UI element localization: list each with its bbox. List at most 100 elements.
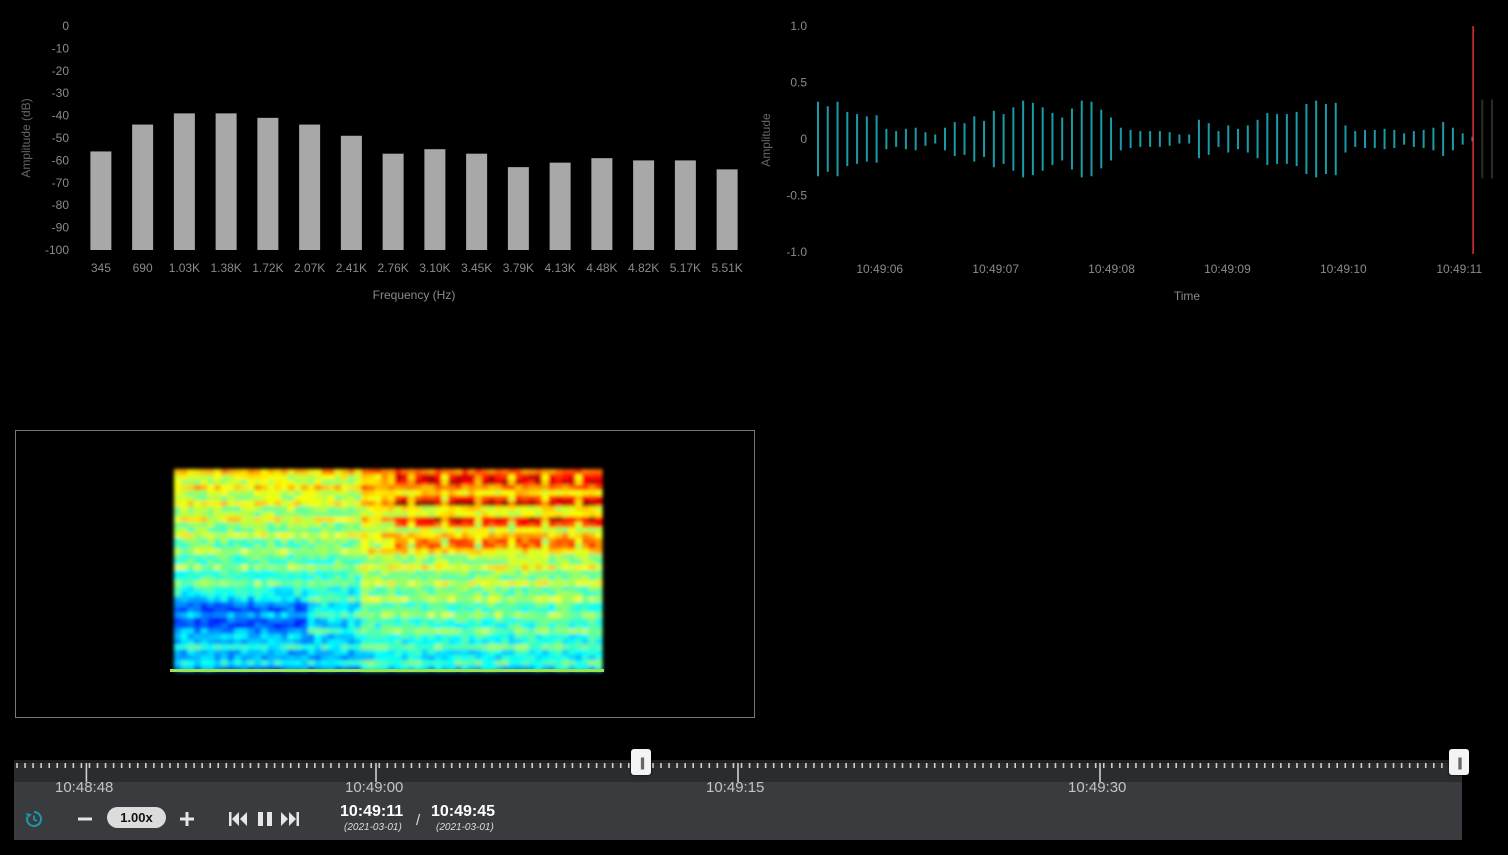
spectrogram-cell bbox=[314, 591, 322, 598]
spectrogram-cell bbox=[561, 628, 570, 635]
spectrogram-cell bbox=[367, 500, 376, 507]
spectrogram-cell bbox=[354, 490, 362, 497]
spectrogram-cell bbox=[307, 570, 316, 576]
spectrogram-cell bbox=[394, 490, 402, 497]
spectrogram-cell bbox=[488, 655, 496, 661]
spectrogram-cell bbox=[354, 585, 362, 592]
skip-back-button[interactable] bbox=[228, 809, 248, 829]
spectrogram-cell bbox=[461, 484, 469, 491]
spectrogram-cell bbox=[274, 495, 282, 502]
spectrogram-cell bbox=[434, 580, 443, 587]
spectrogram-cell bbox=[481, 479, 489, 486]
spectrogram-cell bbox=[515, 649, 523, 656]
spectrogram-cell bbox=[260, 591, 269, 598]
spectrogram-cell bbox=[287, 511, 295, 518]
spectrogram-cell bbox=[541, 612, 550, 619]
spectrogram-cell bbox=[555, 516, 563, 523]
spectrogram-cell bbox=[468, 484, 476, 491]
spectrogram-cell bbox=[240, 516, 249, 523]
spectrogram-cell bbox=[200, 633, 209, 640]
spectrogram-cell bbox=[474, 617, 483, 624]
spectrogram-cell bbox=[307, 522, 316, 529]
spectrogram-cell bbox=[254, 484, 262, 491]
spectrogram-cell bbox=[254, 660, 262, 667]
spectrogram-cell bbox=[381, 591, 389, 598]
spectrogram-cell bbox=[575, 575, 583, 582]
spectrogram-cell bbox=[414, 538, 423, 545]
spectrogram-cell bbox=[461, 543, 469, 550]
spectrogram-cell bbox=[347, 623, 356, 630]
spectrogram-cell bbox=[408, 570, 416, 576]
spectrogram-cell bbox=[194, 516, 202, 523]
spectrogram-cell bbox=[548, 644, 556, 651]
selection-start-handle[interactable]: || bbox=[631, 749, 652, 775]
spectrogram-cell bbox=[461, 628, 469, 635]
spectrogram-cell bbox=[307, 564, 316, 571]
spectrogram-cell bbox=[321, 511, 329, 518]
skip-forward-button[interactable] bbox=[280, 809, 300, 829]
spectrogram-cell bbox=[354, 484, 362, 491]
spectrogram-cell bbox=[535, 570, 543, 576]
spectrogram-cell bbox=[441, 532, 449, 539]
spectrogram-cell bbox=[448, 649, 456, 656]
spectrogram-cell bbox=[561, 623, 570, 630]
spectrogram-cell bbox=[575, 527, 583, 534]
spectrogram-cell bbox=[441, 543, 449, 550]
spectrogram-cell bbox=[401, 660, 409, 667]
spectrogram-cell bbox=[428, 469, 436, 475]
spectrogram-cell bbox=[180, 591, 188, 598]
reset-icon[interactable] bbox=[23, 808, 45, 830]
spectrogram-cell bbox=[535, 575, 543, 582]
spectrogram-cell bbox=[327, 500, 336, 507]
spectrogram-cell bbox=[528, 623, 536, 630]
spectrogram-cell bbox=[434, 649, 443, 656]
x-tick-label: 345 bbox=[91, 261, 111, 275]
zoom-in-button[interactable] bbox=[178, 810, 196, 828]
spectrogram-cell bbox=[260, 548, 269, 555]
spectrogram-cell bbox=[488, 474, 496, 481]
spectrogram-cell bbox=[428, 543, 436, 550]
spectrogram-cell bbox=[334, 506, 342, 513]
spectrogram-cell bbox=[401, 511, 409, 518]
spectrogram-cell bbox=[240, 639, 249, 646]
spectrogram-cell bbox=[194, 559, 202, 566]
spectrogram-cell bbox=[421, 495, 429, 502]
spectrogram-cell bbox=[388, 612, 396, 619]
spectrogram-cell bbox=[354, 522, 362, 529]
spectrogram-cell bbox=[234, 543, 242, 550]
spectrogram-cell bbox=[321, 591, 329, 598]
spectrogram-cell bbox=[287, 516, 295, 523]
selection-end-handle[interactable]: || bbox=[1449, 749, 1469, 775]
spectrogram-cell bbox=[488, 644, 496, 651]
spectrogram-cell bbox=[227, 612, 235, 619]
spectrogram-cell bbox=[454, 516, 463, 523]
spectrogram-cell bbox=[341, 484, 349, 491]
spectrogram-cell bbox=[481, 538, 489, 545]
zoom-out-button[interactable] bbox=[76, 810, 94, 828]
spectrogram-cell bbox=[441, 596, 449, 603]
pause-button[interactable] bbox=[255, 809, 275, 829]
spectrogram-cell bbox=[281, 511, 289, 518]
spectrogram-cell bbox=[220, 469, 229, 475]
spectrogram-cell bbox=[207, 585, 215, 592]
spectrogram-cell bbox=[441, 495, 449, 502]
spectrogram-cell bbox=[521, 585, 530, 592]
spectrogram-cell bbox=[367, 495, 376, 502]
spectrogram-cell bbox=[341, 543, 349, 550]
spectrogram-cell bbox=[461, 511, 469, 518]
spectrogram-cell bbox=[434, 655, 443, 661]
spectrogram-cell bbox=[361, 559, 369, 566]
spectrogram-cell bbox=[294, 527, 302, 534]
spectrogram-cell bbox=[240, 660, 249, 667]
spectrogram-cell bbox=[267, 612, 275, 619]
spectrogram-cell bbox=[488, 532, 496, 539]
spectrogram-cell bbox=[367, 564, 376, 571]
spectrogram-cell bbox=[354, 580, 362, 587]
spectrogram-cell bbox=[568, 601, 576, 608]
playback-speed[interactable]: 1.00x bbox=[107, 807, 166, 828]
spectrogram-cell bbox=[428, 612, 436, 619]
spectrogram-cell bbox=[468, 490, 476, 497]
spectrogram-cell bbox=[334, 516, 342, 523]
spectrogram-cell bbox=[194, 596, 202, 603]
y-tick-label: 0 bbox=[62, 19, 69, 33]
